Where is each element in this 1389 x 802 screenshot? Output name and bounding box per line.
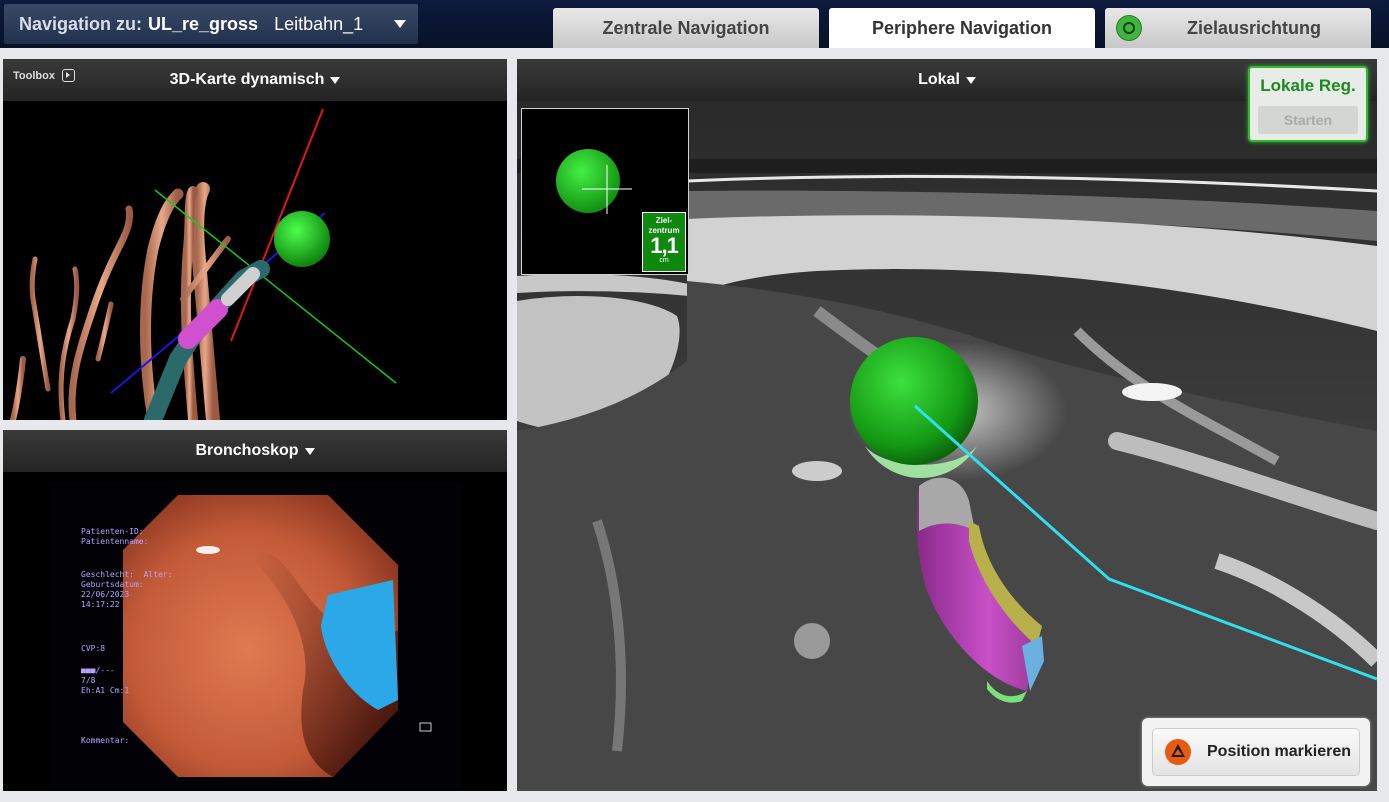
map-3d-panel[interactable]: 3D-Karte dynamisch Toolbox	[3, 59, 507, 420]
tab-label: Zielausrichtung	[1186, 17, 1321, 38]
tab-label: Zentrale Navigation	[602, 17, 770, 38]
target-inset: Ziel- zentrum 1,1 cm	[521, 108, 689, 275]
level-bars: ■■■/---	[81, 666, 115, 675]
warning-triangle-icon	[1165, 739, 1191, 765]
patient-id-label: Patienten-ID:	[81, 527, 144, 536]
nav-label: Navigation zu:	[19, 13, 143, 34]
tab-zentrale-navigation[interactable]: Zentrale Navigation	[553, 8, 819, 48]
bronchoscope-panel[interactable]: Bronchoskop Patienten-ID: Patientenname:…	[3, 430, 507, 791]
distance-unit: cm	[659, 257, 669, 264]
ratio-value: 7/8	[81, 676, 96, 685]
time-value: 14:17:22	[81, 600, 120, 609]
local-registration-box: Lokale Reg. Starten	[1248, 66, 1368, 142]
tab-zielausrichtung[interactable]: Zielausrichtung	[1105, 8, 1371, 48]
target-icon	[1117, 16, 1141, 40]
local-registration-title: Lokale Reg.	[1260, 76, 1356, 95]
patient-name-label: Patientenname:	[81, 537, 149, 546]
tab-label: Periphere Navigation	[871, 17, 1053, 38]
target-distance-badge: Ziel- zentrum 1,1 cm	[642, 212, 686, 272]
comment-label: Kommentar:	[81, 736, 130, 745]
cvp-value: CVP:8	[81, 644, 106, 653]
distance-label-1: Ziel-	[655, 216, 673, 225]
chevron-down-icon	[965, 76, 976, 84]
birthdate-label: Geburtsdatum:	[81, 580, 144, 589]
airway-3d-view	[10, 108, 397, 420]
mark-position-panel: Position markieren	[1142, 718, 1370, 786]
chevron-down-icon	[394, 20, 406, 28]
mark-position-label: Position markieren	[1207, 743, 1352, 760]
eh-cm-value: Eh:A1 Cm:1	[81, 686, 130, 695]
nav-target: UL_re_gross	[148, 13, 259, 34]
tab-periphere-navigation[interactable]: Periphere Navigation	[829, 8, 1095, 48]
sex-age-label: Geschlecht: Alter:	[81, 570, 173, 579]
navigation-target-select[interactable]: Navigation zu: UL_re_gross Leitbahn_1	[4, 4, 418, 44]
distance-value: 1,1	[650, 233, 679, 258]
nav-route: Leitbahn_1	[274, 13, 364, 34]
start-registration-button[interactable]: Starten	[1258, 106, 1358, 134]
local-view-panel[interactable]: Lokal Ziel- zentrum 1,1 cm	[517, 59, 1377, 791]
endoscope-image	[123, 495, 432, 777]
mark-position-button[interactable]: Position markieren	[1152, 728, 1360, 776]
date-value: 22/06/2023	[81, 590, 130, 599]
local-view-title[interactable]: Lokal	[918, 71, 960, 89]
